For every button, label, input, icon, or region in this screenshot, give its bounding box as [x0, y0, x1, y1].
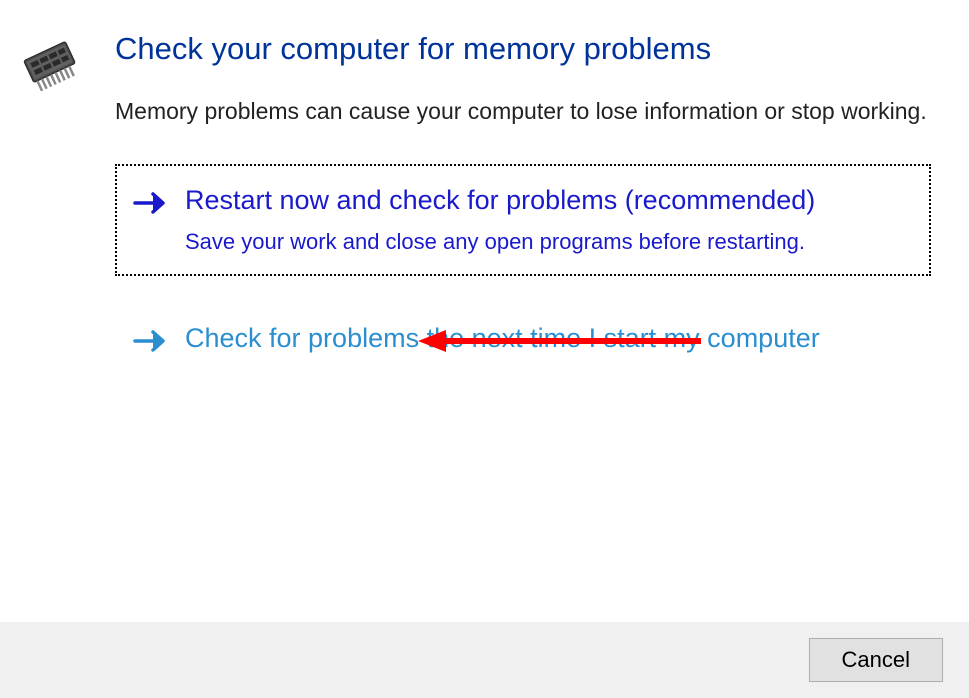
option-title: Check for problems the next time I start…: [185, 320, 913, 356]
cancel-button[interactable]: Cancel: [809, 638, 943, 682]
option-restart-now[interactable]: Restart now and check for problems (reco…: [115, 164, 931, 276]
option-title: Restart now and check for problems (reco…: [185, 182, 913, 218]
option-description: Save your work and close any open progra…: [185, 227, 913, 257]
dialog-footer: Cancel: [0, 622, 969, 698]
option-check-next-start[interactable]: Check for problems the next time I start…: [115, 302, 931, 381]
memory-chip-icon: [20, 30, 90, 407]
arrow-right-icon: [133, 320, 167, 361]
arrow-right-icon: [133, 182, 167, 223]
page-title: Check your computer for memory problems: [115, 30, 931, 69]
page-description: Memory problems can cause your computer …: [115, 95, 931, 128]
